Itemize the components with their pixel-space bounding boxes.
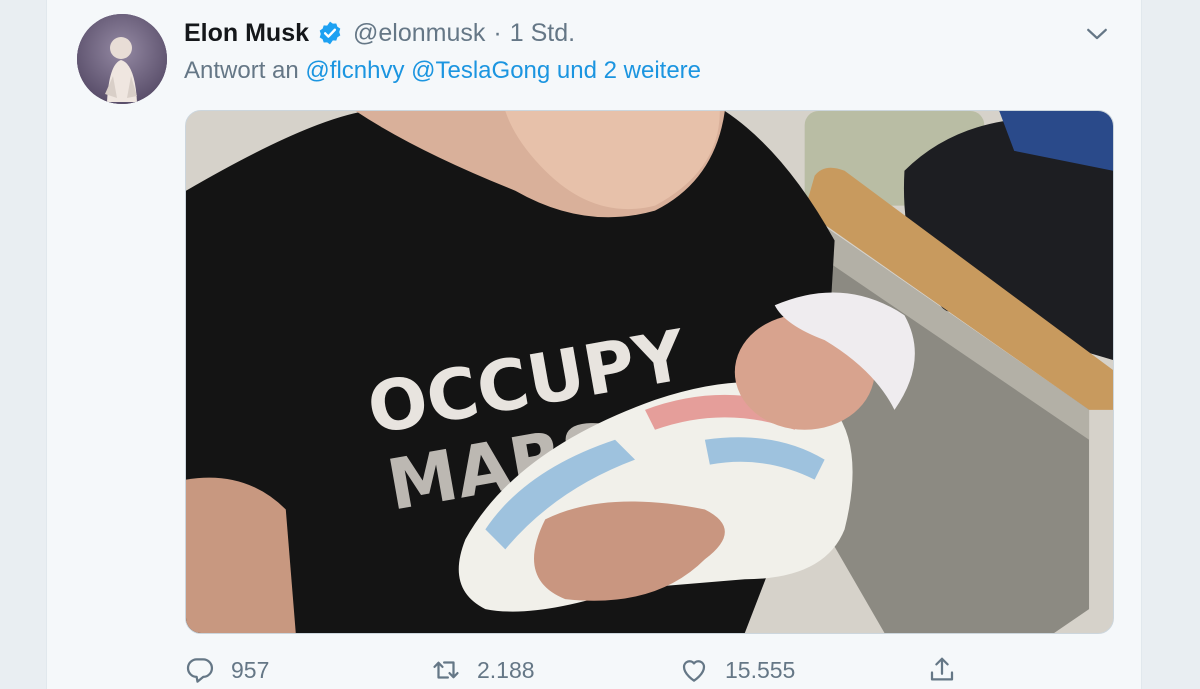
more-mentions-link[interactable]: und 2 weitere — [557, 57, 701, 84]
avatar-photo — [77, 14, 167, 104]
tweet-actions: 957 2.188 15.555 — [185, 650, 1114, 689]
mention-link[interactable]: @flcnhvy — [305, 57, 404, 84]
chevron-down-icon[interactable] — [1083, 20, 1111, 48]
verified-badge-icon — [319, 21, 341, 45]
reply-prefix: Antwort an — [184, 57, 299, 84]
like-count: 15.555 — [725, 656, 796, 683]
heart-icon — [682, 660, 706, 682]
reply-bubble-icon — [186, 658, 214, 683]
reply-button[interactable]: 957 — [185, 650, 269, 689]
author-handle[interactable]: @elonmusk — [353, 19, 485, 48]
like-button[interactable]: 15.555 — [679, 650, 795, 689]
mention-link[interactable]: @TeslaGong — [411, 57, 550, 84]
tweet-photo[interactable]: OCCUPY MARS — [185, 110, 1114, 634]
avatar[interactable] — [77, 14, 167, 104]
share-button[interactable] — [927, 650, 957, 689]
photo-man-holding-baby: OCCUPY MARS — [186, 111, 1113, 633]
retweet-count: 2.188 — [477, 656, 535, 683]
reply-context: Antwort an @flcnhvy @TeslaGong und 2 wei… — [184, 57, 701, 85]
tweet-time[interactable]: 1 Std. — [510, 19, 575, 48]
author-name[interactable]: Elon Musk — [184, 19, 309, 48]
share-upload-icon — [930, 657, 954, 681]
reply-count: 957 — [231, 656, 270, 683]
separator-dot: · — [493, 18, 502, 47]
retweet-icon — [433, 661, 459, 679]
retweet-button[interactable]: 2.188 — [431, 650, 535, 689]
tweet-card[interactable]: Elon Musk @elonmusk · 1 Std. Antwort an … — [46, 0, 1142, 689]
tweet-header: Elon Musk @elonmusk · 1 Std. — [184, 16, 575, 50]
